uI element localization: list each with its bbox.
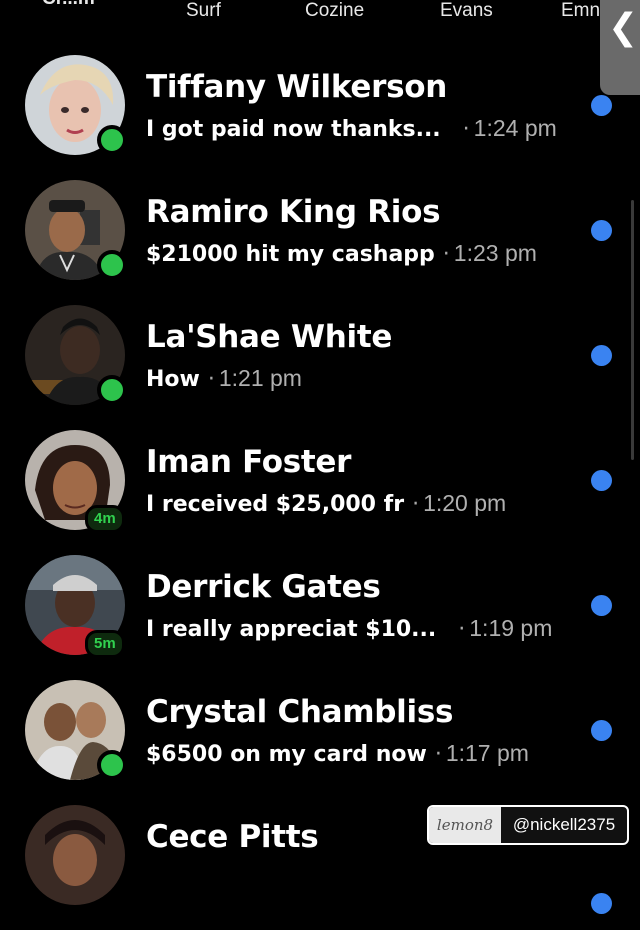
separator: · [458,617,466,642]
contact-name: Crystal Chambliss [146,694,454,730]
separator: · [207,367,215,392]
chat-row[interactable]: Tiffany Wilkerson I got paid now thanks.… [0,55,640,180]
message-preview: $6500 on my card now · 1:17 pm [146,740,529,767]
contact-name: Cece Pitts [146,819,319,855]
last-active-badge: 5m [85,630,125,658]
story-label[interactable]: Surf [186,0,221,22]
last-active-badge: 4m [85,505,125,533]
message-time: 1:20 pm [423,490,507,516]
unread-indicator [591,470,612,491]
unread-indicator [591,95,612,116]
message-text: I got paid now thanks... [146,117,441,142]
message-preview: How · 1:21 pm [146,365,302,392]
stories-strip: Cr...m Surf Cozine Evans Emn [0,0,640,30]
contact-name: Tiffany Wilkerson [146,69,447,105]
online-status-dot [97,375,127,405]
message-time: 1:17 pm [445,740,529,766]
story-label[interactable]: Cozine [305,0,364,22]
message-text: $21000 hit my cashapp [146,242,435,267]
story-label[interactable]: Cr...m [42,0,95,10]
message-text: $6500 on my card now [146,742,427,767]
separator: · [462,117,470,142]
message-text: How [146,367,200,392]
message-text: I really appreciat $10... [146,617,437,642]
chat-row[interactable]: La'Shae White How · 1:21 pm [0,305,640,430]
unread-indicator [591,220,612,241]
contact-name: La'Shae White [146,319,393,355]
message-time: 1:21 pm [218,365,302,391]
online-status-dot [97,750,127,780]
message-time: 1:19 pm [469,615,553,641]
separator: · [412,492,420,517]
contact-name: Iman Foster [146,444,352,480]
story-label[interactable]: Emn [561,0,600,22]
unread-indicator [591,345,612,366]
lemon8-logo: lemon8 [429,807,501,843]
message-preview: I really appreciat $10... · 1:19 pm [146,615,552,642]
watermark: lemon8 @nickell2375 [427,805,629,845]
chat-row[interactable]: 4m Iman Foster I received $25,000 fr · 1:2… [0,430,640,555]
message-preview: I got paid now thanks... · 1:24 pm [146,115,557,142]
message-time: 1:24 pm [473,115,557,141]
separator: · [434,742,442,767]
chat-row[interactable]: Crystal Chambliss $6500 on my card now · 1… [0,680,640,805]
separator: · [442,242,450,267]
contact-name: Derrick Gates [146,569,381,605]
story-label[interactable]: Evans [440,0,493,22]
watermark-handle: @nickell2375 [512,815,616,834]
message-preview: $21000 hit my cashapp · 1:23 pm [146,240,537,267]
unread-indicator [591,893,612,914]
chevron-left-icon: ❮ [608,7,639,48]
unread-indicator [591,720,612,741]
online-status-dot [97,125,127,155]
avatar [25,805,125,905]
chat-row[interactable]: 5m Derrick Gates I really appreciat $10.… [0,555,640,680]
message-preview: I received $25,000 fr · 1:20 pm [146,490,506,517]
message-text: I received $25,000 fr [146,492,405,517]
chat-row[interactable]: Ramiro King Rios $21000 hit my cashapp · 1… [0,180,640,305]
unread-indicator [591,595,612,616]
contact-name: Ramiro King Rios [146,194,441,230]
online-status-dot [97,250,127,280]
message-time: 1:23 pm [453,240,537,266]
